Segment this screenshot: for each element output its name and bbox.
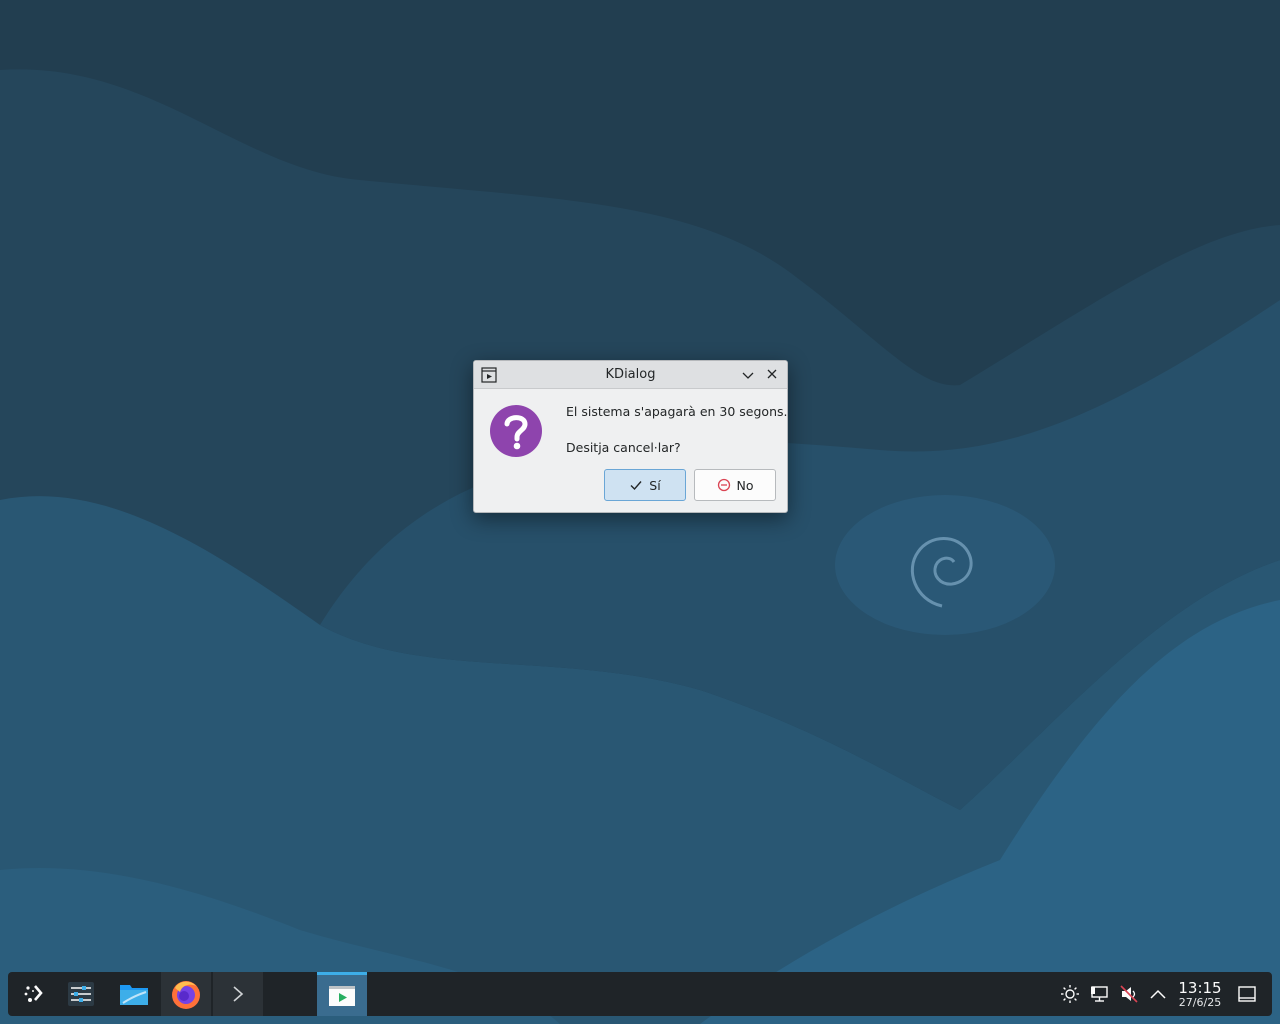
chevron-up-icon[interactable] [1148, 984, 1168, 1004]
question-text: Desitja cancel·lar? [566, 440, 681, 455]
firefox-icon [172, 981, 200, 1009]
kdialog-window: KDialog El sistema s'apagarà en 30 segon… [473, 360, 788, 513]
taskbar-file-manager[interactable] [112, 972, 156, 1016]
volume-muted-icon[interactable] [1119, 984, 1139, 1004]
checkmark-icon [630, 481, 642, 491]
app-launcher-icon [24, 985, 43, 1002]
clock-date[interactable]: 27/6/25 [1173, 996, 1227, 1009]
question-icon [490, 405, 542, 457]
close-icon[interactable] [763, 367, 781, 383]
no-entry-icon [717, 478, 730, 492]
chevron-down-icon[interactable] [739, 367, 757, 383]
yes-button-label: Sí [649, 477, 661, 493]
folder-icon [120, 985, 148, 1005]
taskbar-firefox[interactable] [161, 972, 211, 1016]
taskbar-system-settings[interactable] [61, 972, 101, 1016]
show-desktop-icon[interactable] [1237, 984, 1257, 1004]
network-icon[interactable] [1090, 984, 1110, 1004]
application-launcher[interactable] [16, 972, 52, 1016]
no-button[interactable]: No [694, 469, 776, 501]
yes-button[interactable]: Sí [604, 469, 686, 501]
sliders-icon [68, 982, 94, 1006]
no-button-label: No [736, 477, 754, 493]
taskbar-kdialog[interactable] [317, 972, 367, 1016]
kdialog-window-icon [329, 985, 355, 1006]
taskbar: 13:15 27/6/25 [8, 972, 1272, 1016]
brightness-icon[interactable] [1060, 984, 1080, 1004]
dialog-titlebar[interactable]: KDialog [474, 361, 787, 389]
terminal-icon [233, 986, 244, 1002]
message-text: El sistema s'apagarà en 30 segons. [566, 404, 788, 419]
clock-time[interactable]: 13:15 [1173, 979, 1227, 997]
taskbar-terminal[interactable] [213, 972, 263, 1016]
